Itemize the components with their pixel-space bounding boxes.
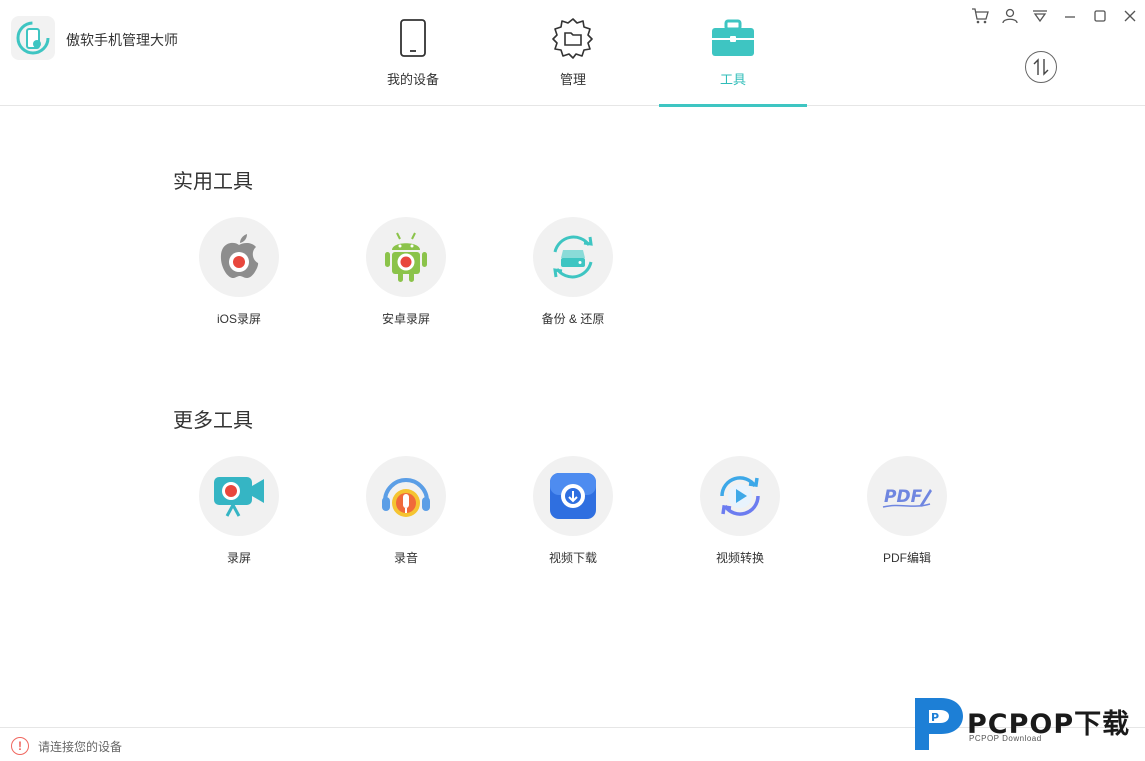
android-record-icon xyxy=(366,217,446,297)
app-header: 傲软手机管理大师 我的设备 管理 工具 xyxy=(0,0,1145,107)
tab-my-device-label: 我的设备 xyxy=(386,72,439,87)
tool-ios-record-label: iOS录屏 xyxy=(216,312,261,326)
tool-backup-restore[interactable]: 备份 & 还原 xyxy=(513,217,633,327)
tab-manage-label: 管理 xyxy=(559,72,586,87)
video-download-icon xyxy=(533,456,613,536)
tab-manage[interactable]: 管理 xyxy=(499,0,647,106)
cart-icon[interactable] xyxy=(971,7,989,25)
tool-screen-record[interactable]: 录屏 xyxy=(179,456,299,566)
tool-screen-record-label: 录屏 xyxy=(226,551,251,565)
video-convert-icon xyxy=(700,456,780,536)
screen-record-icon xyxy=(199,456,279,536)
pcpop-watermark: P PCPOP下载 PCPOP Download xyxy=(913,694,1145,754)
close-icon[interactable] xyxy=(1121,7,1139,25)
tool-backup-restore-label: 备份 & 还原 xyxy=(541,312,605,326)
dropdown-menu-icon[interactable] xyxy=(1031,7,1049,25)
svg-text:P: P xyxy=(931,711,939,724)
toolbox-icon xyxy=(709,16,757,60)
watermark-subtitle: PCPOP Download xyxy=(969,734,1042,743)
tool-video-download-label: 视频下载 xyxy=(548,551,597,565)
tab-tools-label: 工具 xyxy=(719,72,746,87)
tab-my-device[interactable]: 我的设备 xyxy=(339,0,487,106)
pcpop-logo-icon: P xyxy=(915,698,963,750)
warning-icon: ! xyxy=(11,737,29,755)
audio-record-icon xyxy=(366,456,446,536)
svg-text:PDF: PDF xyxy=(884,487,923,507)
tool-pdf-edit-label: PDF编辑 xyxy=(882,551,931,565)
app-title: 傲软手机管理大师 xyxy=(66,32,178,48)
maximize-icon[interactable] xyxy=(1091,7,1109,25)
tab-tools[interactable]: 工具 xyxy=(659,0,807,107)
minimize-icon[interactable] xyxy=(1061,7,1079,25)
tool-audio-record[interactable]: 录音 xyxy=(346,456,466,566)
tool-android-record-label: 安卓录屏 xyxy=(381,312,430,326)
tool-ios-record[interactable]: iOS录屏 xyxy=(179,217,299,327)
transfer-arrows-icon[interactable] xyxy=(1025,51,1057,83)
section-title-utility: 实用工具 xyxy=(173,171,253,193)
tool-android-record[interactable]: 安卓录屏 xyxy=(346,217,466,327)
section-title-more: 更多工具 xyxy=(173,410,253,432)
tool-pdf-edit[interactable]: PDF PDF编辑 xyxy=(847,456,967,566)
status-text: 请连接您的设备 xyxy=(38,740,123,754)
phone-icon xyxy=(389,16,437,60)
tool-video-download[interactable]: 视频下载 xyxy=(513,456,633,566)
apple-record-icon xyxy=(199,217,279,297)
backup-restore-icon xyxy=(533,217,613,297)
tool-video-convert-label: 视频转换 xyxy=(715,551,764,565)
tool-video-convert[interactable]: 视频转换 xyxy=(680,456,800,566)
phone-sync-logo-icon xyxy=(11,16,55,60)
pdf-edit-icon: PDF xyxy=(867,456,947,536)
tool-audio-record-label: 录音 xyxy=(393,551,418,565)
folder-gear-icon xyxy=(549,16,597,60)
user-icon[interactable] xyxy=(1001,7,1019,25)
